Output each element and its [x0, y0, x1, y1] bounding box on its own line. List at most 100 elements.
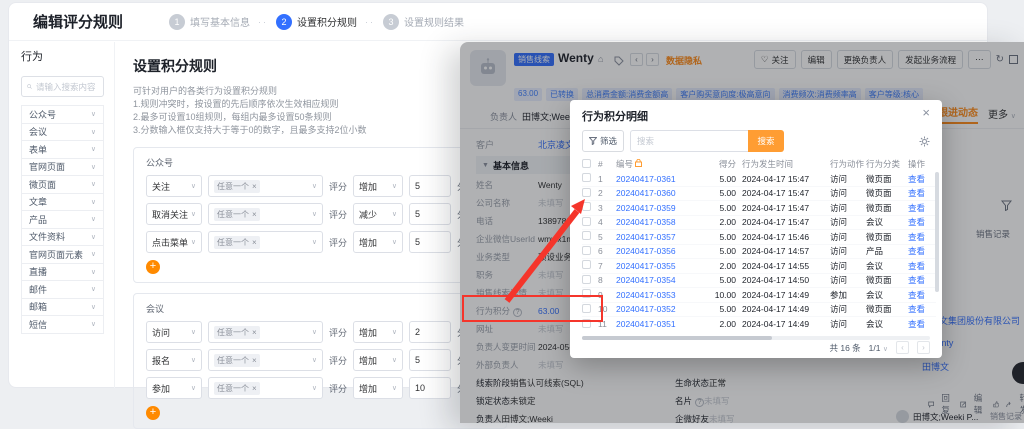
action-select[interactable]: 参加∨: [146, 377, 202, 399]
step-dots: ··: [258, 17, 268, 27]
modal-search-button[interactable]: 搜索: [748, 130, 784, 152]
record-link[interactable]: 20240417-0360: [616, 188, 696, 198]
target-select[interactable]: 任意一个×∨: [208, 321, 323, 343]
record-link[interactable]: 20240417-0355: [616, 261, 696, 271]
filter-button[interactable]: 筛选: [582, 130, 624, 152]
action-select[interactable]: 点击菜单∨: [146, 231, 202, 253]
target-select[interactable]: 任意一个×∨: [208, 175, 323, 197]
group-label: 公众号: [146, 156, 494, 169]
step-score-rules[interactable]: 2 设置积分规则: [276, 14, 357, 30]
view-link[interactable]: 查看: [908, 173, 934, 185]
sidebar-item-live[interactable]: 直播∨: [22, 264, 103, 282]
sidebar-item-page-element[interactable]: 官网页面元素∨: [22, 246, 103, 264]
view-link[interactable]: 查看: [908, 231, 934, 243]
close-icon[interactable]: ×: [922, 105, 930, 120]
remove-tag-icon[interactable]: ×: [252, 238, 257, 247]
record-link[interactable]: 20240417-0352: [616, 304, 696, 314]
record-link[interactable]: 20240417-0356: [616, 246, 696, 256]
row-checkbox[interactable]: [582, 231, 591, 240]
view-link[interactable]: 查看: [908, 202, 934, 214]
row-checkbox[interactable]: [582, 260, 591, 269]
action-select[interactable]: 访问∨: [146, 321, 202, 343]
remove-tag-icon[interactable]: ×: [252, 210, 257, 219]
row-checkbox[interactable]: [582, 188, 591, 197]
target-select[interactable]: 任意一个×∨: [208, 377, 323, 399]
sidebar-item-website-page[interactable]: 官网页面∨: [22, 159, 103, 177]
horizontal-scrollbar[interactable]: [582, 336, 930, 340]
step-rule-result[interactable]: 3 设置规则结果: [383, 14, 464, 30]
sidebar-item-form[interactable]: 表单∨: [22, 141, 103, 159]
action-select[interactable]: 报名∨: [146, 349, 202, 371]
crm-contact-window: 销售线索 Wenty ⌂ ‹ › 数据隐私 ♡关注 编辑 更换负责人 发起业务流…: [460, 42, 1024, 423]
sidebar-search[interactable]: [21, 76, 104, 97]
operation-select[interactable]: 增加∨: [353, 231, 403, 253]
record-link[interactable]: 20240417-0359: [616, 203, 696, 213]
next-page-button[interactable]: ›: [917, 341, 930, 354]
record-link[interactable]: 20240417-0351: [616, 319, 696, 329]
target-select[interactable]: 任意一个×∨: [208, 203, 323, 225]
view-link[interactable]: 查看: [908, 318, 934, 330]
row-checkbox[interactable]: [582, 289, 591, 298]
sidebar-item-file[interactable]: 文件资料∨: [22, 229, 103, 247]
view-link[interactable]: 查看: [908, 289, 934, 301]
sidebar-item-micro-page[interactable]: 微页面∨: [22, 176, 103, 194]
record-link[interactable]: 20240417-0357: [616, 232, 696, 242]
row-checkbox[interactable]: [582, 173, 591, 182]
record-link[interactable]: 20240417-0353: [616, 290, 696, 300]
operation-select[interactable]: 减少∨: [353, 203, 403, 225]
row-checkbox[interactable]: [582, 217, 591, 226]
view-link[interactable]: 查看: [908, 274, 934, 286]
add-rule-button[interactable]: +: [146, 406, 160, 420]
remove-tag-icon[interactable]: ×: [252, 182, 257, 191]
score-value-input[interactable]: [409, 349, 451, 371]
page-indicator[interactable]: 1/1 ∨: [869, 343, 888, 353]
sidebar-item-article[interactable]: 文章∨: [22, 194, 103, 212]
remove-tag-icon[interactable]: ×: [252, 384, 257, 393]
gear-icon[interactable]: [919, 136, 930, 147]
sidebar-item-sms[interactable]: 短信∨: [22, 316, 103, 334]
row-checkbox[interactable]: [582, 246, 591, 255]
sidebar-item-mailbox[interactable]: 邮箱∨: [22, 299, 103, 317]
record-link[interactable]: 20240417-0354: [616, 275, 696, 285]
target-select[interactable]: 任意一个×∨: [208, 231, 323, 253]
score-value-input[interactable]: [409, 377, 451, 399]
operation-select[interactable]: 增加∨: [353, 175, 403, 197]
search-input[interactable]: [36, 82, 98, 92]
sidebar-item-mail[interactable]: 邮件∨: [22, 281, 103, 299]
view-link[interactable]: 查看: [908, 303, 934, 315]
row-checkbox[interactable]: [582, 304, 591, 313]
score-value-input[interactable]: [409, 175, 451, 197]
sidebar-item-official-account[interactable]: 公众号∨: [22, 106, 103, 124]
step-basic-info[interactable]: 1 填写基本信息: [169, 14, 250, 30]
operation-select[interactable]: 增加∨: [353, 321, 403, 343]
row-checkbox[interactable]: [582, 275, 591, 284]
score-value-input[interactable]: [409, 321, 451, 343]
score-value-input[interactable]: [409, 231, 451, 253]
scrollbar-thumb[interactable]: [582, 336, 772, 340]
view-link[interactable]: 查看: [908, 216, 934, 228]
operation-select[interactable]: 增加∨: [353, 377, 403, 399]
record-link[interactable]: 20240417-0361: [616, 174, 696, 184]
operation-select[interactable]: 增加∨: [353, 349, 403, 371]
prev-page-button[interactable]: ‹: [896, 341, 909, 354]
modal-search-input[interactable]: [630, 130, 748, 152]
sidebar-title: 行为: [21, 48, 104, 64]
select-all-checkbox[interactable]: [582, 159, 591, 168]
remove-tag-icon[interactable]: ×: [252, 328, 257, 337]
view-link[interactable]: 查看: [908, 245, 934, 257]
row-checkbox[interactable]: [582, 319, 591, 328]
sidebar-item-meeting[interactable]: 会议∨: [22, 124, 103, 142]
table-row: 120240417-03615.002024-04-17 15:47访问微页面查…: [582, 172, 936, 187]
target-select[interactable]: 任意一个×∨: [208, 349, 323, 371]
view-link[interactable]: 查看: [908, 187, 934, 199]
row-checkbox[interactable]: [582, 202, 591, 211]
view-link[interactable]: 查看: [908, 260, 934, 272]
record-link[interactable]: 20240417-0358: [616, 217, 696, 227]
score-value-input[interactable]: [409, 203, 451, 225]
action-select[interactable]: 关注∨: [146, 175, 202, 197]
add-rule-button[interactable]: +: [146, 260, 160, 274]
vertical-scrollbar[interactable]: [935, 172, 939, 292]
sidebar-item-product[interactable]: 产品∨: [22, 211, 103, 229]
action-select[interactable]: 取消关注∨: [146, 203, 202, 225]
remove-tag-icon[interactable]: ×: [252, 356, 257, 365]
